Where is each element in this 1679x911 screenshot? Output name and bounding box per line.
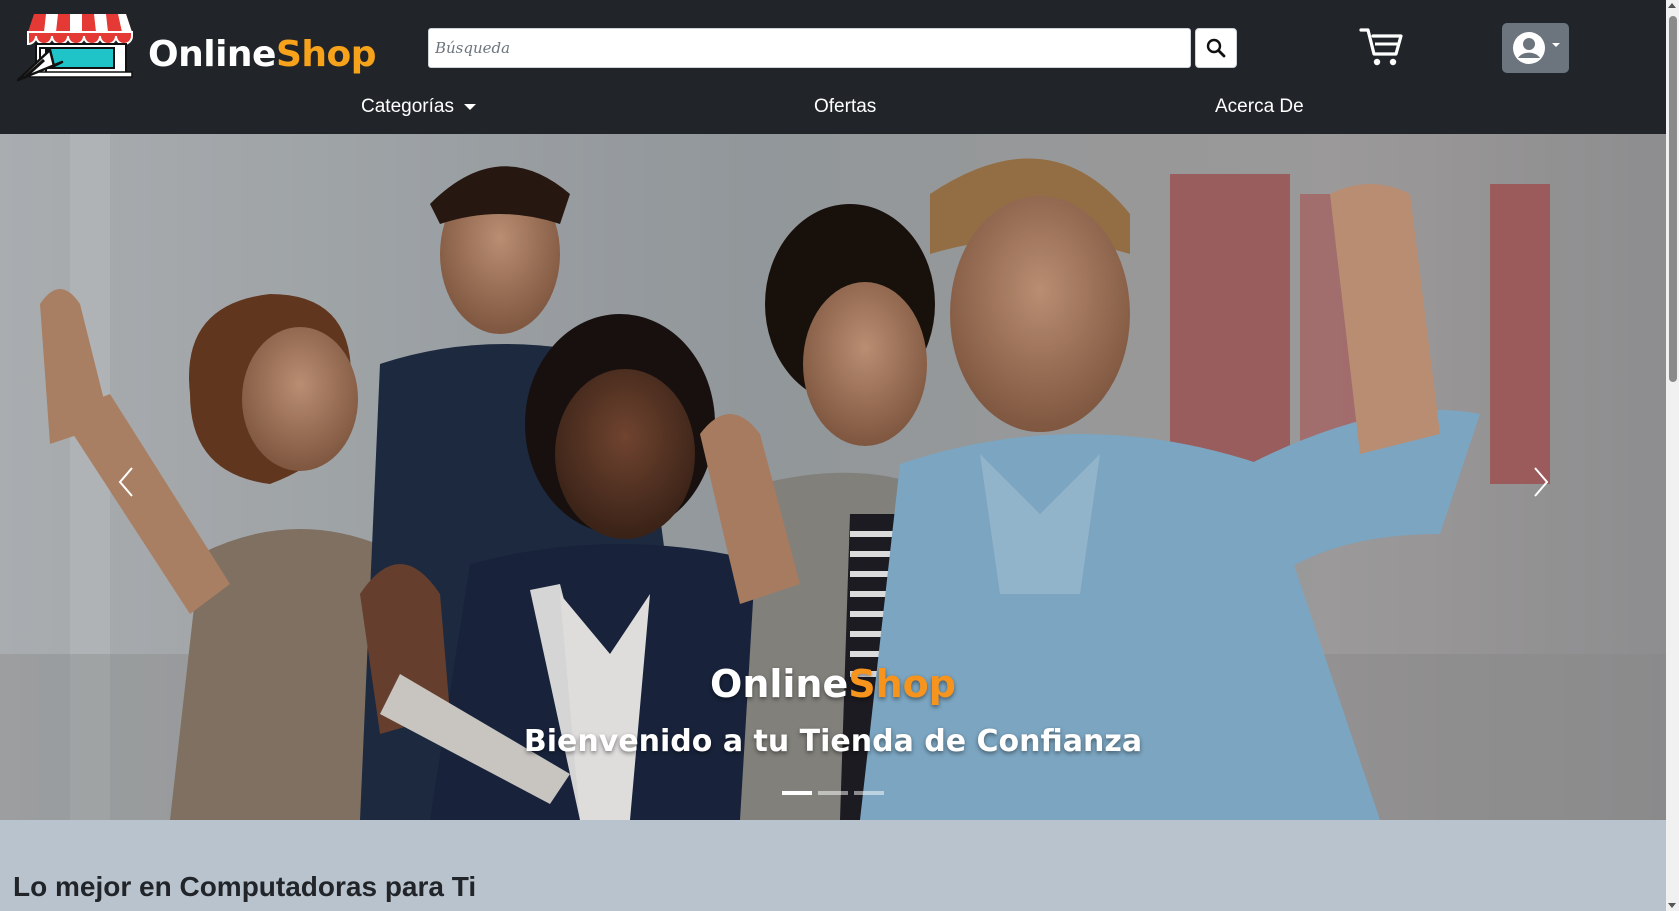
page: OnlineShop Búsqueda Categorías Ofertas A…	[0, 0, 1679, 911]
carousel-prev-button[interactable]	[106, 452, 146, 512]
user-circle-icon	[1512, 32, 1545, 64]
scrollbar-thumb[interactable]	[1669, 16, 1677, 382]
main-nav: Categorías Ofertas Acerca De	[0, 96, 1666, 128]
caption-brand-shop: Shop	[848, 662, 956, 706]
scroll-up-arrow-icon[interactable]	[1668, 3, 1676, 8]
nav-item-label: Acerca De	[1215, 96, 1304, 117]
search-input[interactable]	[428, 28, 1191, 68]
logo[interactable]: OnlineShop	[14, 10, 384, 86]
hero-carousel: OnlineShop Bienvenido a tu Tienda de Con…	[0, 134, 1666, 820]
chevron-left-icon	[118, 467, 133, 497]
user-menu-button[interactable]	[1502, 23, 1569, 73]
nav-item-offers[interactable]: Ofertas	[814, 96, 876, 118]
carousel-indicator-1[interactable]	[782, 791, 812, 795]
chevron-down-icon	[1551, 43, 1560, 47]
cart-button[interactable]	[1359, 24, 1405, 70]
carousel-next-button[interactable]	[1521, 452, 1561, 512]
section-title: Lo mejor en Computadoras para Ti	[13, 871, 477, 902]
scroll-down-arrow-icon[interactable]	[1668, 903, 1676, 908]
store-logo-icon	[16, 14, 133, 82]
logo-text-online: Online	[148, 34, 276, 75]
logo-wordmark: OnlineShop	[148, 34, 377, 75]
nav-item-label: Categorías	[361, 96, 454, 117]
nav-item-about[interactable]: Acerca De	[1215, 96, 1304, 118]
carousel-indicator-3[interactable]	[854, 791, 884, 795]
nav-item-label: Ofertas	[814, 96, 877, 117]
carousel-indicator-2[interactable]	[818, 791, 848, 795]
carousel-caption-brand: OnlineShop	[0, 662, 1666, 706]
cart-icon	[1359, 28, 1403, 66]
search-icon	[1206, 38, 1226, 58]
carousel-caption-subtitle: Bienvenido a tu Tienda de Confianza	[523, 724, 1143, 759]
caption-brand-online: Online	[710, 662, 849, 706]
logo-text-shop: Shop	[275, 34, 377, 75]
search-button[interactable]	[1195, 28, 1237, 68]
hero-photo	[0, 134, 1666, 820]
site-header: OnlineShop Búsqueda Categorías Ofertas A…	[0, 0, 1666, 134]
caret-down-icon	[463, 104, 476, 110]
carousel-indicators	[782, 791, 884, 795]
nav-item-categories[interactable]: Categorías	[361, 96, 476, 118]
page-scrollbar[interactable]	[1666, 0, 1679, 911]
chevron-right-icon	[1534, 467, 1549, 497]
